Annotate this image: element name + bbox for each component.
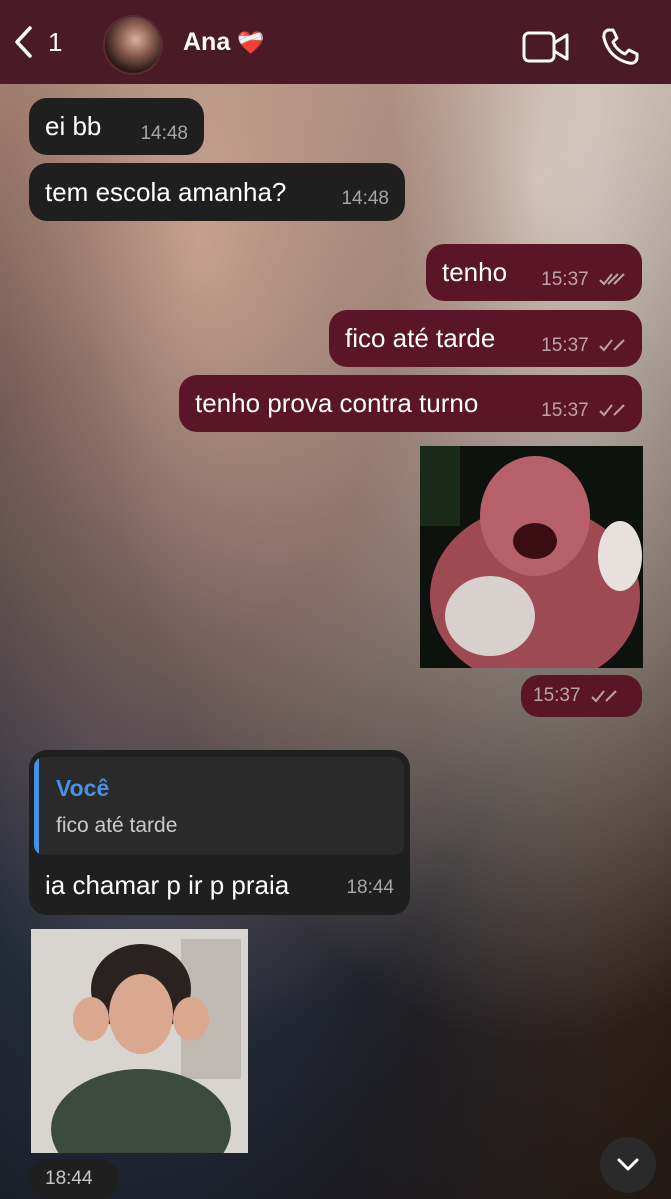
message-time-text: 15:37 [541, 268, 589, 290]
incoming-image-message[interactable] [31, 929, 248, 1153]
outgoing-message[interactable]: tenho 15:37 [426, 244, 642, 301]
message-time: 14:48 [140, 122, 188, 144]
contact-name-text: Ana [183, 28, 231, 56]
message-time-text: 15:37 [541, 334, 589, 356]
message-text: tem escola amanha? [45, 176, 287, 207]
message-time: 15:37 [533, 685, 618, 707]
unread-count: 1 [48, 26, 63, 57]
image-timestamp: 18:44 [29, 1159, 118, 1199]
message-text: tenho [442, 257, 508, 287]
message-text: ei bb [45, 111, 102, 141]
message-text: fico até tarde [345, 323, 496, 353]
message-time-text: 15:37 [533, 685, 581, 706]
quoted-message[interactable]: Você fico até tarde [34, 757, 404, 855]
chevron-down-icon [617, 1158, 639, 1171]
message-time: 15:37 [541, 386, 626, 422]
phone-icon[interactable] [600, 27, 640, 67]
message-time-text: 15:37 [541, 399, 589, 421]
message-text: tenho prova contra turno [195, 388, 479, 418]
outgoing-image-message[interactable] [420, 446, 643, 668]
back-button[interactable]: 1 [12, 22, 72, 62]
chevron-left-icon [15, 26, 32, 58]
quote-accent-bar [34, 757, 39, 855]
incoming-message[interactable]: ei bb 14:48 [29, 98, 204, 155]
message-time: 18:44 [346, 877, 394, 898]
message-time: 18:44 [45, 1168, 93, 1189]
message-time: 14:48 [341, 188, 389, 209]
video-camera-icon[interactable] [522, 30, 570, 64]
double-check-icon [599, 339, 625, 352]
scroll-to-bottom-button[interactable] [600, 1137, 656, 1193]
quoted-author: Você [56, 775, 110, 801]
chat-header: 1 Ana ❤️‍🩹 [0, 0, 671, 84]
outgoing-message[interactable]: tenho prova contra turno 15:37 [179, 375, 642, 432]
image-timestamp: 15:37 [521, 675, 642, 717]
quoted-text: fico até tarde [56, 814, 178, 837]
message-time: 15:37 [541, 255, 626, 291]
contact-name[interactable]: Ana ❤️‍🩹 [183, 28, 265, 57]
sticker-image [31, 929, 248, 1153]
avatar[interactable] [103, 15, 163, 75]
contact-emoji: ❤️‍🩹 [237, 30, 265, 55]
message-time: 15:37 [541, 321, 626, 357]
outgoing-message[interactable]: fico até tarde 15:37 [329, 310, 642, 367]
double-check-icon [599, 273, 625, 286]
double-check-icon [591, 690, 617, 703]
incoming-message[interactable]: tem escola amanha? 14:48 [29, 163, 405, 221]
sticker-image [420, 446, 643, 668]
double-check-icon [599, 404, 625, 417]
message-text: ia chamar p ir p praia [45, 870, 290, 900]
